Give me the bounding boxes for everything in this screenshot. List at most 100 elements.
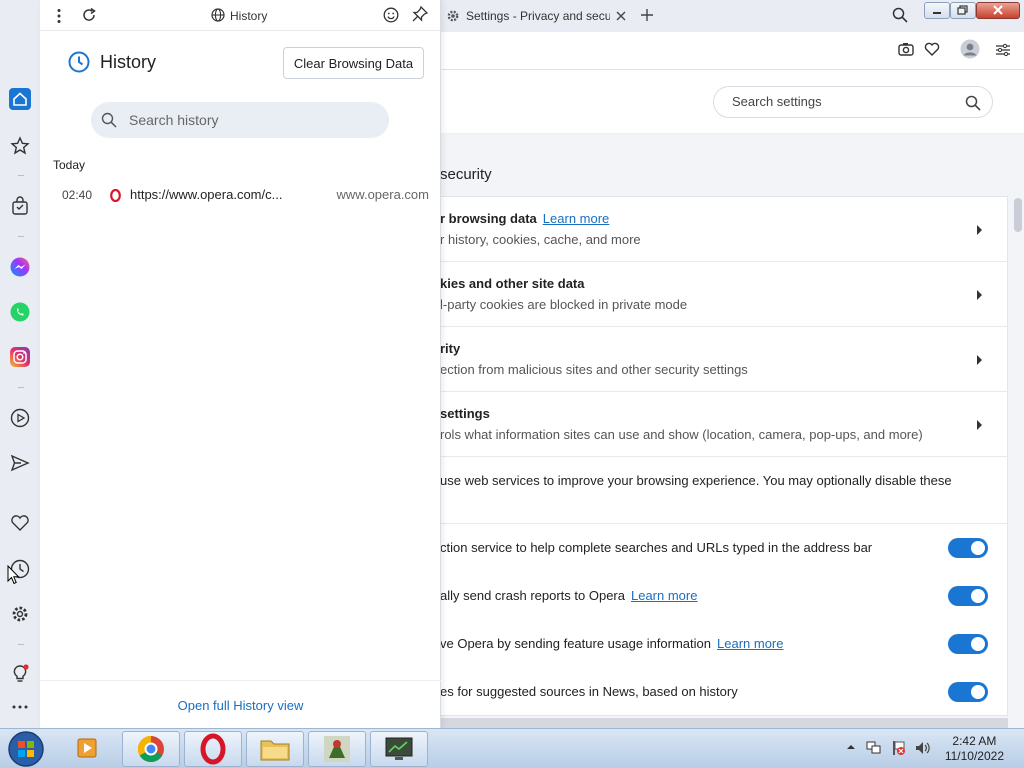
taskbar: 2:42 AM 11/10/2022 [0,728,1024,768]
send-arrow-icon[interactable] [10,453,30,473]
pin-icon[interactable] [412,6,428,24]
scrollbar-thumb[interactable] [1014,198,1022,232]
restore-button[interactable] [950,2,976,19]
taskbar-app-figure[interactable] [308,731,366,767]
settings-row-clear-data[interactable]: r browsing data Learn more r history, coo… [440,197,1008,262]
search-tabs-icon[interactable] [892,7,908,23]
taskbar-chrome[interactable] [122,731,180,767]
history-entry[interactable]: 02:40 https://www.opera.com/c... www.ope… [40,180,441,210]
row-subtitle: rols what information sites can use and … [440,427,923,442]
close-icon[interactable] [616,11,626,21]
toggle-label: ve Opera by sending feature usage inform… [440,636,712,651]
search-icon[interactable] [965,95,981,111]
minimize-button[interactable] [924,2,950,19]
history-entry-url: https://www.opera.com/c... [130,187,283,202]
bookmarks-star-icon[interactable] [10,136,30,156]
clock-date: 11/10/2022 [944,749,1004,763]
toggle-label: ally send crash reports to Opera [440,588,625,603]
home-icon[interactable] [9,88,31,110]
settings-row-site-settings[interactable]: settings rols what information sites can… [440,392,1008,457]
emoji-icon[interactable] [383,7,399,23]
menu-dots-icon[interactable] [54,8,64,24]
tray-network-icon[interactable] [866,740,882,756]
toggle-row-prediction: ction service to help complete searches … [440,523,1008,571]
tray-expand-icon[interactable] [846,743,856,751]
toggle-switch[interactable] [948,682,988,702]
row-title: r browsing data [440,211,537,226]
toggle-switch[interactable] [948,634,988,654]
tray-action-center-icon[interactable] [890,740,906,756]
history-search-box[interactable] [91,102,389,138]
history-clock-icon [68,51,90,73]
toggle-row-news-sources: es for suggested sources in News, based … [440,667,1008,715]
row-title: rity [440,341,461,356]
more-options-icon[interactable] [10,700,30,714]
toggle-row-feature-usage: ve Opera by sending feature usage inform… [440,619,1008,667]
section-title: security [440,166,492,183]
lightbulb-icon[interactable] [10,664,30,684]
settings-header [440,70,1024,134]
instagram-icon[interactable] [10,347,30,367]
profile-avatar-icon[interactable] [960,39,980,59]
settings-search-input[interactable] [732,94,952,109]
tray-volume-icon[interactable] [914,740,932,756]
clear-browsing-data-button[interactable]: Clear Browsing Data [283,47,424,79]
toggle-label: ction service to help complete searches … [440,540,873,555]
panel-toolbar-title: History [230,9,268,23]
settings-search-box[interactable] [713,86,993,118]
media-player-icon[interactable] [76,735,100,761]
toggle-switch[interactable] [948,538,988,558]
new-tab-button[interactable] [640,8,654,22]
learn-more-link[interactable]: Learn more [631,588,697,603]
history-panel: History History Clear Browsing Data Toda… [40,0,441,728]
history-panel-toolbar: History [40,0,441,31]
web-services-note: use web services to improve your browsin… [440,473,952,488]
opera-favicon-icon [110,189,121,202]
heart-icon[interactable] [924,42,940,56]
globe-icon [211,8,225,22]
history-entry-time: 02:40 [62,188,93,202]
whatsapp-icon[interactable] [10,302,30,322]
taskbar-opera[interactable] [184,731,242,767]
row-subtitle: r history, cookies, cache, and more [440,232,641,247]
settings-row-security[interactable]: rity ection from malicious sites and oth… [440,327,1008,392]
taskbar-app-monitor[interactable] [370,731,428,767]
learn-more-link[interactable]: Learn more [543,211,609,226]
learn-more-link[interactable]: Learn more [717,636,783,651]
easy-setup-icon[interactable] [995,43,1011,57]
window-close-button[interactable] [976,2,1020,19]
player-icon[interactable] [10,408,30,428]
history-search-input[interactable] [129,110,369,130]
mouse-cursor-icon [7,565,20,585]
settings-page: security r browsing data Learn more r his… [440,70,1024,728]
row-subtitle: l-party cookies are blocked in private m… [440,297,688,312]
privacy-card: r browsing data Learn more r history, coo… [440,196,1008,716]
row-title: settings [440,406,490,421]
taskbar-explorer[interactable] [246,731,304,767]
open-full-history-link[interactable]: Open full History view [40,698,441,713]
tab-settings[interactable]: Settings - Privacy and secu [440,3,632,29]
chevron-right-icon [977,420,982,430]
tab-title: Settings - Privacy and secu [466,9,610,23]
settings-gear-icon[interactable] [10,604,30,624]
heart-icon[interactable] [10,514,30,532]
camera-icon[interactable] [898,42,914,56]
clock-time: 2:42 AM [952,734,997,748]
row-title: kies and other site data [440,276,585,291]
taskbar-clock[interactable]: 2:42 AM 11/10/2022 [945,734,1004,764]
reload-icon[interactable] [81,7,97,23]
shopping-bag-icon[interactable] [10,196,30,216]
history-panel-footer: Open full History view [40,680,441,728]
horizontal-scrollbar[interactable] [440,718,1008,728]
chevron-right-icon [977,225,982,235]
sidebar-divider [18,236,24,237]
sidebar [0,0,40,728]
chevron-right-icon [977,290,982,300]
browser-toolbar [440,32,1024,70]
toggle-switch[interactable] [948,586,988,606]
toggle-label: es for suggested sources in News, based … [440,684,738,699]
start-button[interactable] [6,730,46,768]
section-label-today: Today [53,158,86,172]
settings-row-cookies[interactable]: kies and other site data l-party cookies… [440,262,1008,327]
messenger-icon[interactable] [10,257,30,277]
